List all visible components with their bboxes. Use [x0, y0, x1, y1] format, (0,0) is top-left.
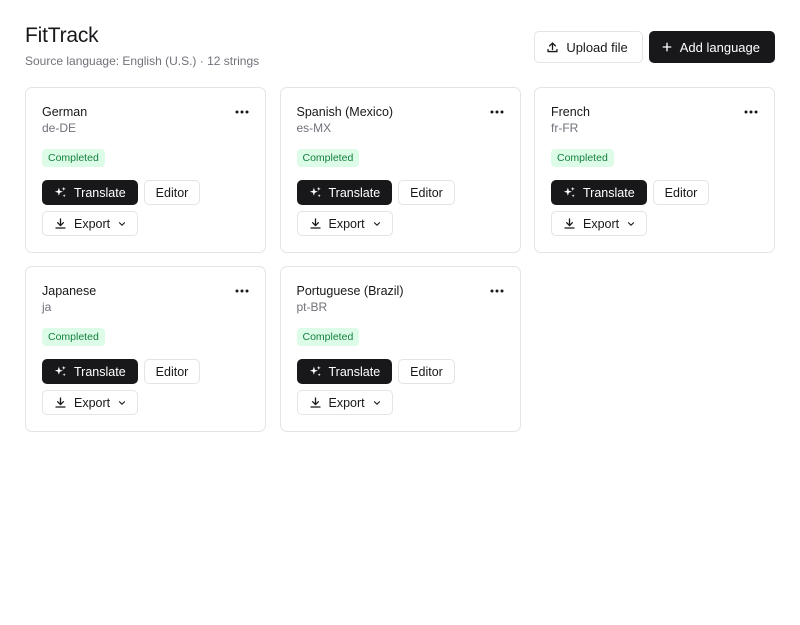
translate-button[interactable]: Translate — [296, 359, 393, 384]
language-card: French fr-FR Completed Translate Editor … — [534, 87, 775, 253]
language-name: Portuguese (Brazil) — [296, 284, 404, 298]
card-export: Export — [551, 211, 648, 236]
more-horizontal-icon — [490, 289, 504, 293]
language-name: Spanish (Mexico) — [296, 105, 394, 119]
export-label: Export — [74, 216, 111, 231]
upload-file-label: Upload file — [566, 39, 628, 55]
page-subtitle: Source language: English (U.S.) · 12 str… — [25, 54, 260, 68]
more-horizontal-icon — [235, 110, 249, 114]
editor-button[interactable]: Editor — [143, 180, 201, 205]
card-export: Export — [296, 390, 393, 415]
language-card: Japanese ja Completed Translate Editor E… — [25, 266, 266, 432]
chevron-down-icon — [626, 219, 636, 229]
page-title: FitTrack — [25, 24, 99, 47]
sparkles-icon — [54, 365, 67, 378]
language-card: Spanish (Mexico) es-MX Completed Transla… — [279, 87, 521, 253]
export-label: Export — [583, 216, 620, 231]
export-dropdown-button[interactable]: Export — [296, 211, 393, 236]
page-header: FitTrack Source language: English (U.S.)… — [25, 22, 775, 72]
status-badge: Completed — [42, 328, 105, 346]
card-actions: Translate Editor — [42, 359, 201, 384]
language-card: Portuguese (Brazil) pt-BR Completed Tran… — [279, 266, 521, 432]
download-icon — [54, 396, 67, 409]
translate-label: Translate — [74, 185, 126, 200]
chevron-down-icon — [117, 398, 127, 408]
add-language-button[interactable]: Add language — [648, 31, 775, 63]
editor-button[interactable]: Editor — [398, 359, 455, 384]
translate-button[interactable]: Translate — [296, 180, 393, 205]
status-badge: Completed — [296, 149, 360, 167]
card-actions: Translate Editor — [42, 180, 201, 205]
more-options-button[interactable] — [486, 281, 508, 301]
download-icon — [54, 217, 67, 230]
card-actions: Translate Editor — [296, 180, 455, 205]
more-horizontal-icon — [235, 289, 249, 293]
language-card: German de-DE Completed Translate Editor … — [25, 87, 266, 253]
translate-button[interactable]: Translate — [551, 180, 647, 205]
editor-button[interactable]: Editor — [398, 180, 455, 205]
status-badge: Completed — [42, 149, 105, 167]
card-export: Export — [42, 390, 139, 415]
plus-icon — [661, 41, 673, 53]
translate-button[interactable]: Translate — [42, 180, 138, 205]
add-language-label: Add language — [679, 39, 760, 55]
language-code: pt-BR — [296, 300, 328, 314]
chevron-down-icon — [117, 219, 127, 229]
chevron-down-icon — [372, 398, 382, 408]
language-code: fr-FR — [551, 121, 579, 135]
language-code: es-MX — [296, 121, 332, 135]
translate-label: Translate — [328, 364, 381, 379]
translate-label: Translate — [583, 185, 635, 200]
sparkles-icon — [309, 186, 322, 199]
chevron-down-icon — [372, 219, 382, 229]
header-actions: Upload file Add language — [534, 31, 775, 63]
editor-button[interactable]: Editor — [143, 359, 201, 384]
language-code: de-DE — [42, 121, 77, 135]
language-name: French — [551, 105, 590, 119]
more-horizontal-icon — [490, 110, 504, 114]
card-actions: Translate Editor — [296, 359, 455, 384]
sparkles-icon — [563, 186, 576, 199]
language-name: Japanese — [42, 284, 97, 298]
export-dropdown-button[interactable]: Export — [42, 390, 139, 415]
export-dropdown-button[interactable]: Export — [42, 211, 139, 236]
upload-icon — [546, 41, 559, 54]
more-options-button[interactable] — [740, 102, 762, 122]
more-horizontal-icon — [744, 110, 758, 114]
download-icon — [309, 396, 322, 409]
card-actions: Translate Editor — [551, 180, 710, 205]
export-label: Export — [328, 216, 365, 231]
status-badge: Completed — [296, 328, 360, 346]
download-icon — [309, 217, 322, 230]
card-export: Export — [296, 211, 393, 236]
sparkles-icon — [309, 365, 322, 378]
more-options-button[interactable] — [231, 102, 253, 122]
more-options-button[interactable] — [486, 102, 508, 122]
sparkles-icon — [54, 186, 67, 199]
status-badge: Completed — [551, 149, 614, 167]
export-dropdown-button[interactable]: Export — [551, 211, 648, 236]
language-name: German — [42, 105, 88, 119]
export-label: Export — [328, 395, 365, 410]
upload-file-button[interactable]: Upload file — [534, 31, 643, 63]
download-icon — [563, 217, 576, 230]
translate-label: Translate — [328, 185, 381, 200]
language-code: ja — [42, 300, 52, 314]
translate-button[interactable]: Translate — [42, 359, 138, 384]
card-export: Export — [42, 211, 139, 236]
translate-label: Translate — [74, 364, 126, 379]
language-grid: German de-DE Completed Translate Editor … — [25, 87, 775, 432]
export-dropdown-button[interactable]: Export — [296, 390, 393, 415]
export-label: Export — [74, 395, 111, 410]
more-options-button[interactable] — [231, 281, 253, 301]
editor-button[interactable]: Editor — [652, 180, 710, 205]
